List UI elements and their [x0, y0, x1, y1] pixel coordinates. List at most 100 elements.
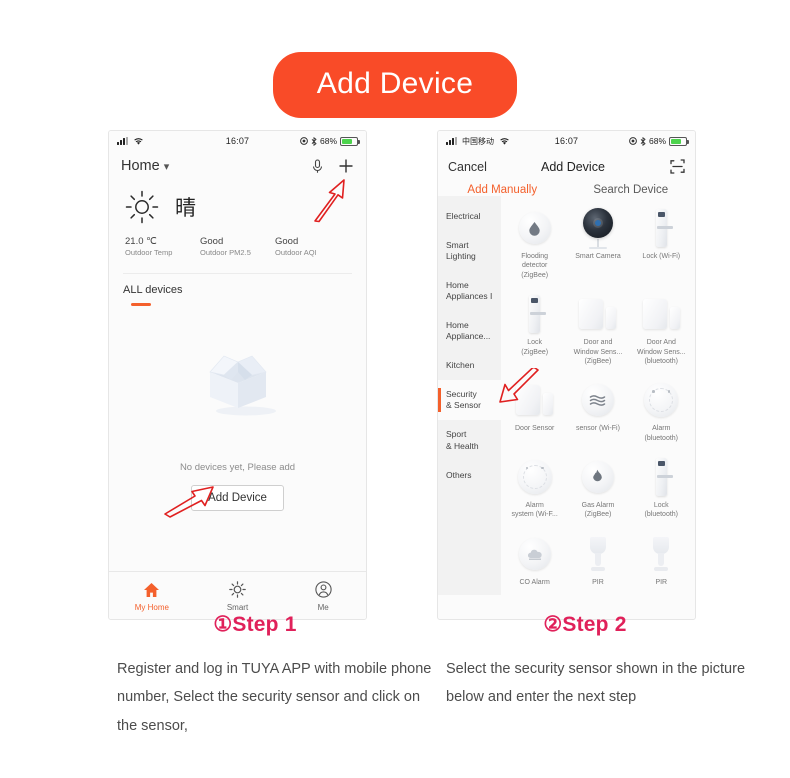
tab-label: My Home	[134, 602, 169, 612]
weather-stat-label: Outdoor PM2.5	[200, 248, 251, 257]
page-title: Add Device	[272, 52, 518, 118]
sidebar-item-home-appliances-1[interactable]: Home Appliances I	[438, 271, 501, 311]
device-grid: Flooding detector (ZigBee) Smart Camera …	[501, 196, 695, 595]
alarm-bluetooth-icon	[632, 379, 691, 421]
device-caption: Lock (bluetooth)	[644, 501, 679, 519]
device-caption: Lock (Wi-Fi)	[642, 253, 681, 260]
signal-bars-icon	[446, 137, 457, 145]
step-2-description: Select the security sensor shown in the …	[446, 661, 746, 706]
tab-me[interactable]: Me	[280, 580, 366, 612]
gas-alarm-icon	[568, 456, 627, 498]
weather-stat-label: Outdoor Temp	[125, 248, 173, 257]
microphone-icon[interactable]	[311, 158, 324, 174]
cancel-button[interactable]: Cancel	[448, 160, 487, 174]
device-catalog-panel: Electrical Smart Lighting Home Appliance…	[438, 196, 695, 595]
category-sidebar: Electrical Smart Lighting Home Appliance…	[438, 196, 501, 595]
sidebar-item-kitchen[interactable]: Kitchen	[438, 351, 501, 380]
device-card[interactable]: sensor (Wi-Fi)	[566, 374, 629, 451]
device-caption: sensor (Wi-Fi)	[575, 425, 620, 433]
sidebar-item-others[interactable]: Others	[438, 461, 501, 490]
device-caption: CO Alarm	[519, 578, 550, 586]
tab-add-manually[interactable]: Add Manually	[438, 184, 567, 196]
nav-title: Add Device	[540, 159, 605, 174]
tab-label: Smart	[226, 602, 249, 612]
status-right-group: 68%	[578, 136, 689, 146]
page-root: Add Device 16:07 68% Home ▾ 晴 21.0 ℃ Out…	[0, 0, 790, 778]
flooding-detector-icon	[505, 207, 564, 249]
device-card[interactable]: Gas Alarm (ZigBee)	[566, 451, 629, 528]
door-sensor-icon	[505, 379, 564, 421]
tab-my-home[interactable]: My Home	[109, 580, 195, 612]
bluetooth-icon	[311, 136, 317, 146]
pir-sensor-icon-1	[568, 533, 627, 575]
device-card[interactable]: CO Alarm	[503, 528, 566, 595]
page-title-area: Add Device	[0, 52, 790, 118]
device-caption: Flooding detector (ZigBee)	[521, 253, 549, 279]
battery-icon	[669, 136, 689, 146]
plus-icon[interactable]	[338, 158, 354, 174]
device-card[interactable]: Lock (bluetooth)	[630, 451, 693, 528]
status-time: 16:07	[554, 136, 579, 146]
wifi-icon	[134, 137, 143, 145]
home-name[interactable]: Home	[121, 158, 160, 174]
device-card[interactable]: Door and Window Sens... (ZigBee)	[566, 288, 629, 374]
status-bar-left: 16:07 68%	[109, 131, 366, 151]
device-card[interactable]: Door Sensor	[503, 374, 566, 451]
bluetooth-icon	[640, 136, 646, 146]
status-bar-right: 中国移动 16:07 68%	[438, 131, 695, 151]
device-card[interactable]: Alarm system (Wi-F...	[503, 451, 566, 528]
device-caption: Alarm (bluetooth)	[644, 425, 679, 442]
device-caption: PIR	[655, 578, 668, 586]
lock-wifi-icon	[632, 207, 691, 249]
weather-stats: 21.0 ℃ Outdoor Temp Good Outdoor PM2.5 G…	[109, 228, 366, 257]
weather-stat: Good Outdoor AQI	[275, 236, 350, 257]
device-card[interactable]: PIR	[630, 528, 693, 595]
phone-mockup-step1: 16:07 68% Home ▾ 晴 21.0 ℃ Outdoor Temp G…	[108, 130, 367, 620]
status-time: 16:07	[225, 136, 250, 146]
door-window-sensor-bluetooth-icon	[632, 293, 691, 335]
weather-stat-value: 21.0 ℃	[125, 236, 157, 247]
status-left-group	[117, 137, 226, 146]
device-card[interactable]: Smart Camera	[566, 202, 629, 288]
all-devices-label: ALL devices	[123, 284, 183, 296]
tab-label: Me	[317, 602, 329, 612]
tab-smart[interactable]: Smart	[195, 580, 281, 612]
device-caption: Door and Window Sens... (ZigBee)	[573, 339, 623, 366]
empty-state-illustration	[109, 306, 366, 456]
sidebar-item-sport-and-health[interactable]: Sport & Health	[438, 420, 501, 460]
co-alarm-icon	[505, 533, 564, 575]
sidebar-item-smart-lighting[interactable]: Smart Lighting	[438, 231, 501, 271]
device-card[interactable]: Flooding detector (ZigBee)	[503, 202, 566, 288]
location-icon	[300, 137, 308, 145]
scan-frame-icon[interactable]	[659, 159, 685, 174]
status-left-group: 中国移动	[446, 136, 555, 147]
battery-percent: 68%	[648, 136, 666, 146]
device-card[interactable]: Door And Window Sens... (bluetooth)	[630, 288, 693, 374]
pir-sensor-icon-2	[632, 533, 691, 575]
step-1-description: Register and log in TUYA APP with mobile…	[117, 661, 432, 734]
weather-stat: 21.0 ℃ Outdoor Temp	[125, 236, 200, 257]
all-devices-tab[interactable]: ALL devices	[109, 274, 366, 306]
weather-condition: 晴	[175, 196, 196, 220]
alarm-system-wifi-icon	[505, 456, 564, 498]
door-window-sensor-zigbee-icon	[568, 293, 627, 335]
sidebar-item-security-and-sensor[interactable]: Security & Sensor	[438, 380, 501, 421]
device-card[interactable]: Lock (ZigBee)	[503, 288, 566, 374]
chevron-down-icon[interactable]: ▾	[164, 160, 170, 173]
sidebar-item-electrical[interactable]: Electrical	[438, 202, 501, 231]
device-caption: Smart Camera	[575, 253, 621, 260]
device-card[interactable]: Alarm (bluetooth)	[630, 374, 693, 451]
tab-search-device[interactable]: Search Device	[567, 184, 696, 196]
sun-icon	[195, 580, 281, 600]
lock-bluetooth-icon	[632, 456, 691, 498]
device-card[interactable]: Lock (Wi-Fi)	[630, 202, 693, 288]
device-caption: PIR	[592, 578, 604, 586]
carrier-name: 中国移动	[462, 136, 494, 146]
smart-camera-icon	[568, 207, 627, 249]
add-device-button[interactable]: Add Device	[191, 484, 284, 511]
device-card[interactable]: PIR	[566, 528, 629, 595]
sun-icon	[125, 190, 159, 224]
sidebar-item-home-appliances-2[interactable]: Home Appliance...	[438, 311, 501, 351]
open-box-icon	[208, 355, 276, 415]
battery-percent: 68%	[319, 136, 337, 146]
